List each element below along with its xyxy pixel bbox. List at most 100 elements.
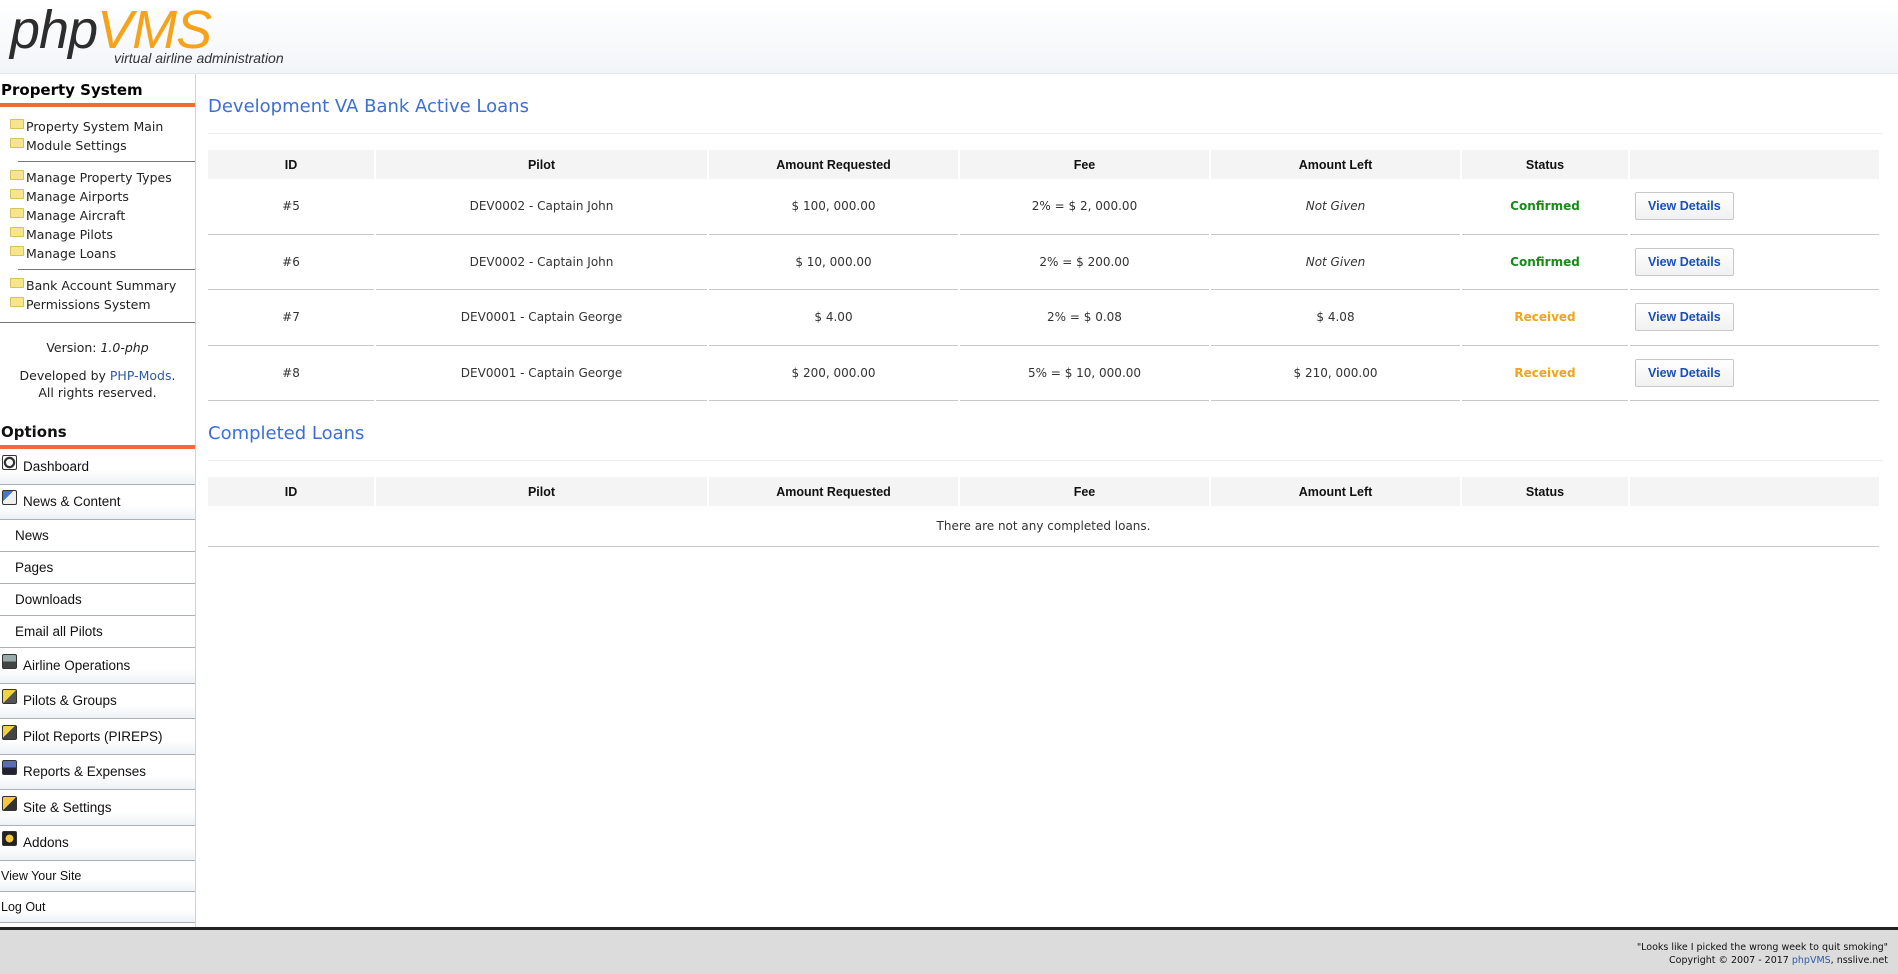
- link-label: Manage Loans: [26, 246, 117, 261]
- link-property-system-main[interactable]: Property System Main: [0, 117, 195, 136]
- footer-text: "Looks like I picked the wrong week to q…: [1637, 941, 1888, 967]
- sidebar: Property System Property System Main Mod…: [0, 74, 196, 928]
- table-header-row: ID Pilot Amount Requested Fee Amount Lef…: [208, 150, 1879, 179]
- link-label: Manage Aircraft: [26, 208, 126, 223]
- menu-label: Pages: [15, 560, 54, 575]
- completed-loans-table: ID Pilot Amount Requested Fee Amount Lef…: [206, 477, 1881, 547]
- menu-addons[interactable]: Addons: [0, 825, 195, 861]
- cell-pilot: DEV0001 - Captain George: [376, 290, 707, 346]
- table-row: #8 DEV0001 - Captain George $ 200, 000.0…: [208, 346, 1879, 401]
- menu-label: Pilots & Groups: [23, 693, 117, 709]
- phpvms-logo[interactable]: phpVMS virtual airline administration: [10, 0, 284, 66]
- options-title: Options: [0, 401, 195, 449]
- phpvms-link[interactable]: phpVMS: [1792, 955, 1831, 966]
- menu-news-content[interactable]: News & Content: [0, 484, 195, 520]
- completed-loans-title: Completed Loans: [208, 401, 1883, 461]
- menu-downloads[interactable]: Downloads: [0, 584, 195, 616]
- folder-icon: [10, 188, 24, 199]
- addons-icon: [2, 831, 17, 847]
- menu-view-your-site[interactable]: View Your Site: [0, 861, 195, 892]
- cell-pilot: DEV0002 - Captain John: [376, 235, 707, 290]
- menu-label: Log Out: [1, 900, 46, 914]
- divider: [18, 269, 195, 270]
- developer-info: Developed by PHP-Mods. All rights reserve…: [19, 368, 176, 400]
- menu-label: Airline Operations: [23, 657, 131, 673]
- cell-id: #6: [208, 235, 374, 290]
- cell-fee: 2% = $ 2, 000.00: [960, 179, 1209, 235]
- cell-amount: $ 200, 000.00: [709, 346, 958, 401]
- status-badge: Confirmed: [1462, 235, 1628, 290]
- link-manage-airports[interactable]: Manage Airports: [0, 187, 195, 206]
- cell-amount-left: $ 210, 000.00: [1211, 346, 1460, 401]
- link-module-settings[interactable]: Module Settings: [0, 136, 195, 155]
- active-loans-table: ID Pilot Amount Requested Fee Amount Lef…: [206, 150, 1881, 401]
- menu-log-out[interactable]: Log Out: [0, 892, 195, 923]
- settings-icon: [2, 795, 17, 811]
- logo-subtitle: virtual airline administration: [114, 50, 284, 66]
- header: phpVMS virtual airline administration: [0, 0, 1898, 74]
- link-manage-property-types[interactable]: Manage Property Types: [0, 168, 195, 187]
- menu-news[interactable]: News: [0, 520, 195, 552]
- cell-fee: 2% = $ 0.08: [960, 290, 1209, 346]
- property-links-group-1: Property System Main Module Settings Man…: [0, 107, 195, 327]
- col-id: ID: [208, 477, 374, 506]
- pilots-icon: [2, 689, 17, 705]
- menu-pireps[interactable]: Pilot Reports (PIREPS): [0, 719, 195, 755]
- menu-airline-operations[interactable]: Airline Operations: [0, 648, 195, 684]
- view-details-button[interactable]: View Details: [1635, 247, 1734, 276]
- folder-icon: [10, 245, 24, 256]
- cell-action: View Details: [1630, 179, 1879, 235]
- menu-label: Pilot Reports (PIREPS): [23, 728, 163, 744]
- link-permissions-system[interactable]: Permissions System: [0, 295, 195, 314]
- menu-dashboard[interactable]: Dashboard: [0, 449, 195, 485]
- link-manage-pilots[interactable]: Manage Pilots: [0, 225, 195, 244]
- empty-message: There are not any completed loans.: [208, 506, 1879, 547]
- cell-action: View Details: [1630, 290, 1879, 346]
- menu-site-settings[interactable]: Site & Settings: [0, 790, 195, 826]
- cell-pilot: DEV0002 - Captain John: [376, 179, 707, 235]
- developer-link[interactable]: PHP-Mods: [110, 368, 172, 383]
- col-pilot: Pilot: [376, 477, 707, 506]
- menu-pages[interactable]: Pages: [0, 552, 195, 584]
- link-label: Module Settings: [26, 138, 127, 153]
- pireps-icon: [2, 724, 17, 740]
- status-badge: Confirmed: [1462, 179, 1628, 235]
- menu-pilots-groups[interactable]: Pilots & Groups: [0, 683, 195, 719]
- menu-email-all-pilots[interactable]: Email all Pilots: [0, 616, 195, 648]
- view-details-button[interactable]: View Details: [1635, 192, 1734, 221]
- folder-icon: [10, 137, 24, 148]
- menu-label: Downloads: [15, 592, 82, 607]
- cell-amount: $ 4.00: [709, 290, 958, 346]
- link-label: Property System Main: [26, 119, 164, 134]
- menu-label: Dashboard: [23, 458, 90, 474]
- link-manage-aircraft[interactable]: Manage Aircraft: [0, 206, 195, 225]
- version-label: Version:: [46, 340, 97, 355]
- menu-reports-expenses[interactable]: Reports & Expenses: [0, 754, 195, 790]
- link-label: Bank Account Summary: [26, 278, 177, 293]
- cell-fee: 2% = $ 200.00: [960, 235, 1209, 290]
- cell-amount-left: $ 4.08: [1211, 290, 1460, 346]
- folder-icon: [10, 207, 24, 218]
- menu-label: View Your Site: [1, 869, 82, 883]
- table-row: There are not any completed loans.: [208, 506, 1879, 547]
- link-manage-loans[interactable]: Manage Loans: [0, 244, 195, 263]
- folder-icon: [10, 226, 24, 237]
- menu-label: Site & Settings: [23, 799, 112, 815]
- copyright-suffix: , nsslive.net: [1830, 955, 1888, 966]
- reports-icon: [2, 760, 17, 776]
- col-actions: [1630, 477, 1879, 506]
- status-badge: Received: [1462, 346, 1628, 401]
- link-label: Manage Pilots: [26, 227, 113, 242]
- cell-fee: 5% = $ 10, 000.00: [960, 346, 1209, 401]
- col-id: ID: [208, 150, 374, 179]
- version-info: Version: 1.0-php: [0, 340, 195, 355]
- cell-amount: $ 10, 000.00: [709, 235, 958, 290]
- col-fee: Fee: [960, 477, 1209, 506]
- folder-icon: [10, 118, 24, 129]
- link-bank-account-summary[interactable]: Bank Account Summary: [0, 276, 195, 295]
- view-details-button[interactable]: View Details: [1635, 358, 1734, 387]
- logo-php: php: [10, 0, 98, 60]
- version-value: 1.0-php: [100, 340, 149, 355]
- news-icon: [2, 490, 17, 506]
- view-details-button[interactable]: View Details: [1635, 303, 1734, 332]
